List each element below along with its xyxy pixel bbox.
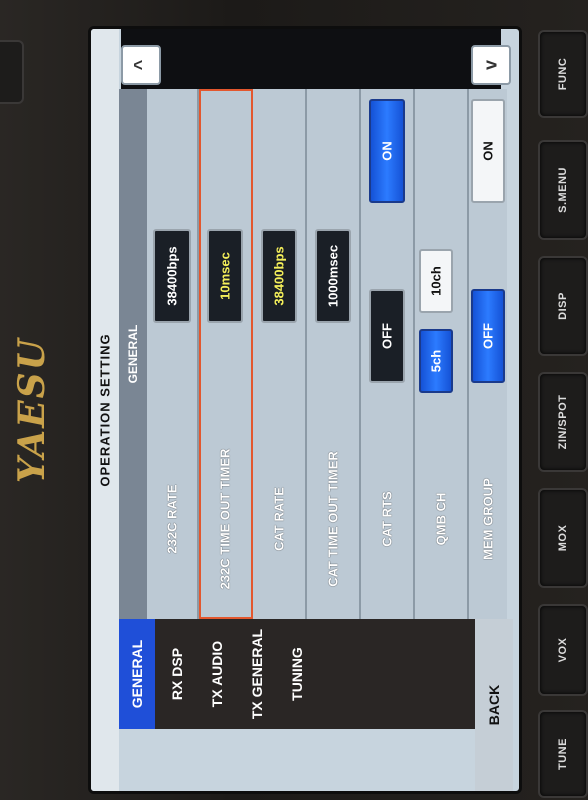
row-label: 232C TIME OUT TIMER [217,448,233,590]
menu-item-tx-general[interactable]: TX GENERAL [239,619,275,729]
back-button[interactable]: BACK [475,619,513,791]
mox-key[interactable]: MOX [538,488,588,588]
title-bar: OPERATION SETTING [91,29,119,791]
tune-key[interactable]: TUNE [538,710,588,798]
category-menu: GENERAL RX DSP TX AUDIO TX GENERAL TUNIN… [119,619,475,729]
settings-rows: 232C RATE 38400bps 232C TIME OUT TIMER 1… [147,89,507,619]
vox-key[interactable]: VOX [538,604,588,696]
row-label: 232C RATE [164,484,180,554]
menu-item-tuning[interactable]: TUNING [279,619,315,729]
menu-item-rx-dsp[interactable]: RX DSP [159,619,195,729]
row-cat-rate[interactable]: CAT RATE 38400bps [253,89,307,619]
on-button[interactable]: ON [369,99,405,203]
func-key[interactable]: FUNC [538,30,588,118]
on-button[interactable]: ON [471,99,505,203]
s-menu-key[interactable]: S.MENU [538,140,588,240]
value-field[interactable]: 38400bps [153,229,191,323]
row-label: CAT TIME OUT TIMER [325,451,341,587]
row-label: QMB CH [433,492,449,546]
brand-logo: YAESU [11,336,53,484]
page-title: OPERATION SETTING [97,333,113,487]
row-label: MEM GROUP [480,478,496,560]
row-label: CAT RATE [271,487,287,551]
disp-key[interactable]: DISP [538,256,588,356]
option-5ch[interactable]: 5ch [419,329,453,393]
menu-item-tx-audio[interactable]: TX AUDIO [199,619,235,729]
tab-general[interactable]: GENERAL [119,89,147,619]
value-field[interactable]: 1000msec [315,229,351,323]
off-button[interactable]: OFF [369,289,405,383]
row-232c-rate[interactable]: 232C RATE 38400bps [147,89,199,619]
row-232c-timeout[interactable]: 232C TIME OUT TIMER 10msec [199,89,253,619]
menu-item-general[interactable]: GENERAL [119,619,155,729]
zin-spot-key[interactable]: ZIN/SPOT [538,372,588,472]
value-field[interactable]: 10msec [207,229,243,323]
side-bezel-top [0,40,24,104]
row-cat-timeout[interactable]: CAT TIME OUT TIMER 1000msec [307,89,361,619]
row-label: CAT RTS [379,491,395,547]
row-mem-group[interactable]: MEM GROUP OFF ON [469,89,507,619]
off-button[interactable]: OFF [471,289,505,383]
row-cat-rts[interactable]: CAT RTS OFF ON [361,89,415,619]
row-qmb-ch[interactable]: QMB CH 5ch 10ch [415,89,469,619]
value-field[interactable]: 38400bps [261,229,297,323]
scroll-down-button[interactable]: v [471,45,511,85]
scroll-up-button[interactable]: ^ [121,45,161,85]
display-screen: OPERATION SETTING GENERAL 232C RATE 3840… [88,26,522,794]
option-10ch[interactable]: 10ch [419,249,453,313]
